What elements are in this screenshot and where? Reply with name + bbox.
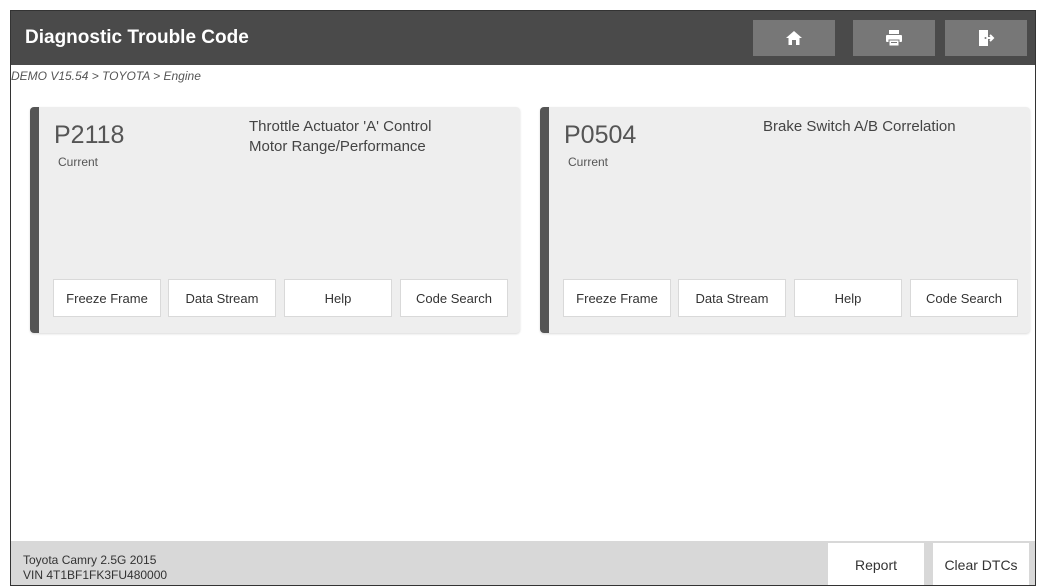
exit-icon: [976, 28, 996, 48]
code-search-button[interactable]: Code Search: [400, 279, 508, 317]
card-accent-bar: [540, 107, 549, 333]
app-window: Diagnostic Trouble Code DEMO V15.54 > TO…: [10, 10, 1036, 586]
dtc-status: Current: [58, 155, 99, 169]
dtc-card: P0504 Current Brake Switch A/B Correlati…: [540, 107, 1030, 333]
exit-button[interactable]: [945, 20, 1027, 56]
dtc-code: P0504: [564, 121, 637, 149]
dtc-code: P2118: [54, 121, 125, 149]
dtc-description: Brake Switch A/B Correlation: [763, 117, 956, 137]
code-search-button[interactable]: Code Search: [910, 279, 1018, 317]
dtc-description-line: Motor Range/Performance: [249, 138, 426, 155]
print-icon: [884, 28, 904, 48]
report-button[interactable]: Report: [828, 543, 924, 585]
home-icon: [785, 29, 803, 47]
freeze-frame-button[interactable]: Freeze Frame: [563, 279, 671, 317]
vehicle-info: Toyota Camry 2.5G 2015 VIN 4T1BF1FK3FU48…: [23, 553, 167, 583]
data-stream-button[interactable]: Data Stream: [168, 279, 276, 317]
home-button[interactable]: [753, 20, 835, 56]
dtc-status: Current: [568, 155, 609, 169]
help-button[interactable]: Help: [794, 279, 902, 317]
breadcrumb: DEMO V15.54 > TOYOTA > Engine: [11, 69, 201, 83]
page-title: Diagnostic Trouble Code: [25, 27, 249, 48]
data-stream-button[interactable]: Data Stream: [678, 279, 786, 317]
dtc-card: P2118 Current Throttle Actuator 'A' Cont…: [30, 107, 520, 333]
clear-dtcs-button[interactable]: Clear DTCs: [933, 543, 1029, 585]
dtc-description-line: Brake Switch A/B Correlation: [763, 118, 956, 135]
vehicle-model: Toyota Camry 2.5G 2015: [23, 553, 157, 567]
print-button[interactable]: [853, 20, 935, 56]
dtc-description-line: Throttle Actuator 'A' Control: [249, 118, 432, 135]
freeze-frame-button[interactable]: Freeze Frame: [53, 279, 161, 317]
vehicle-vin: VIN 4T1BF1FK3FU480000: [23, 568, 168, 582]
status-bar: Toyota Camry 2.5G 2015 VIN 4T1BF1FK3FU48…: [11, 541, 1035, 585]
help-button[interactable]: Help: [284, 279, 392, 317]
dtc-description: Throttle Actuator 'A' Control Motor Rang…: [249, 117, 431, 157]
title-bar: Diagnostic Trouble Code: [11, 11, 1035, 65]
card-accent-bar: [30, 107, 39, 333]
